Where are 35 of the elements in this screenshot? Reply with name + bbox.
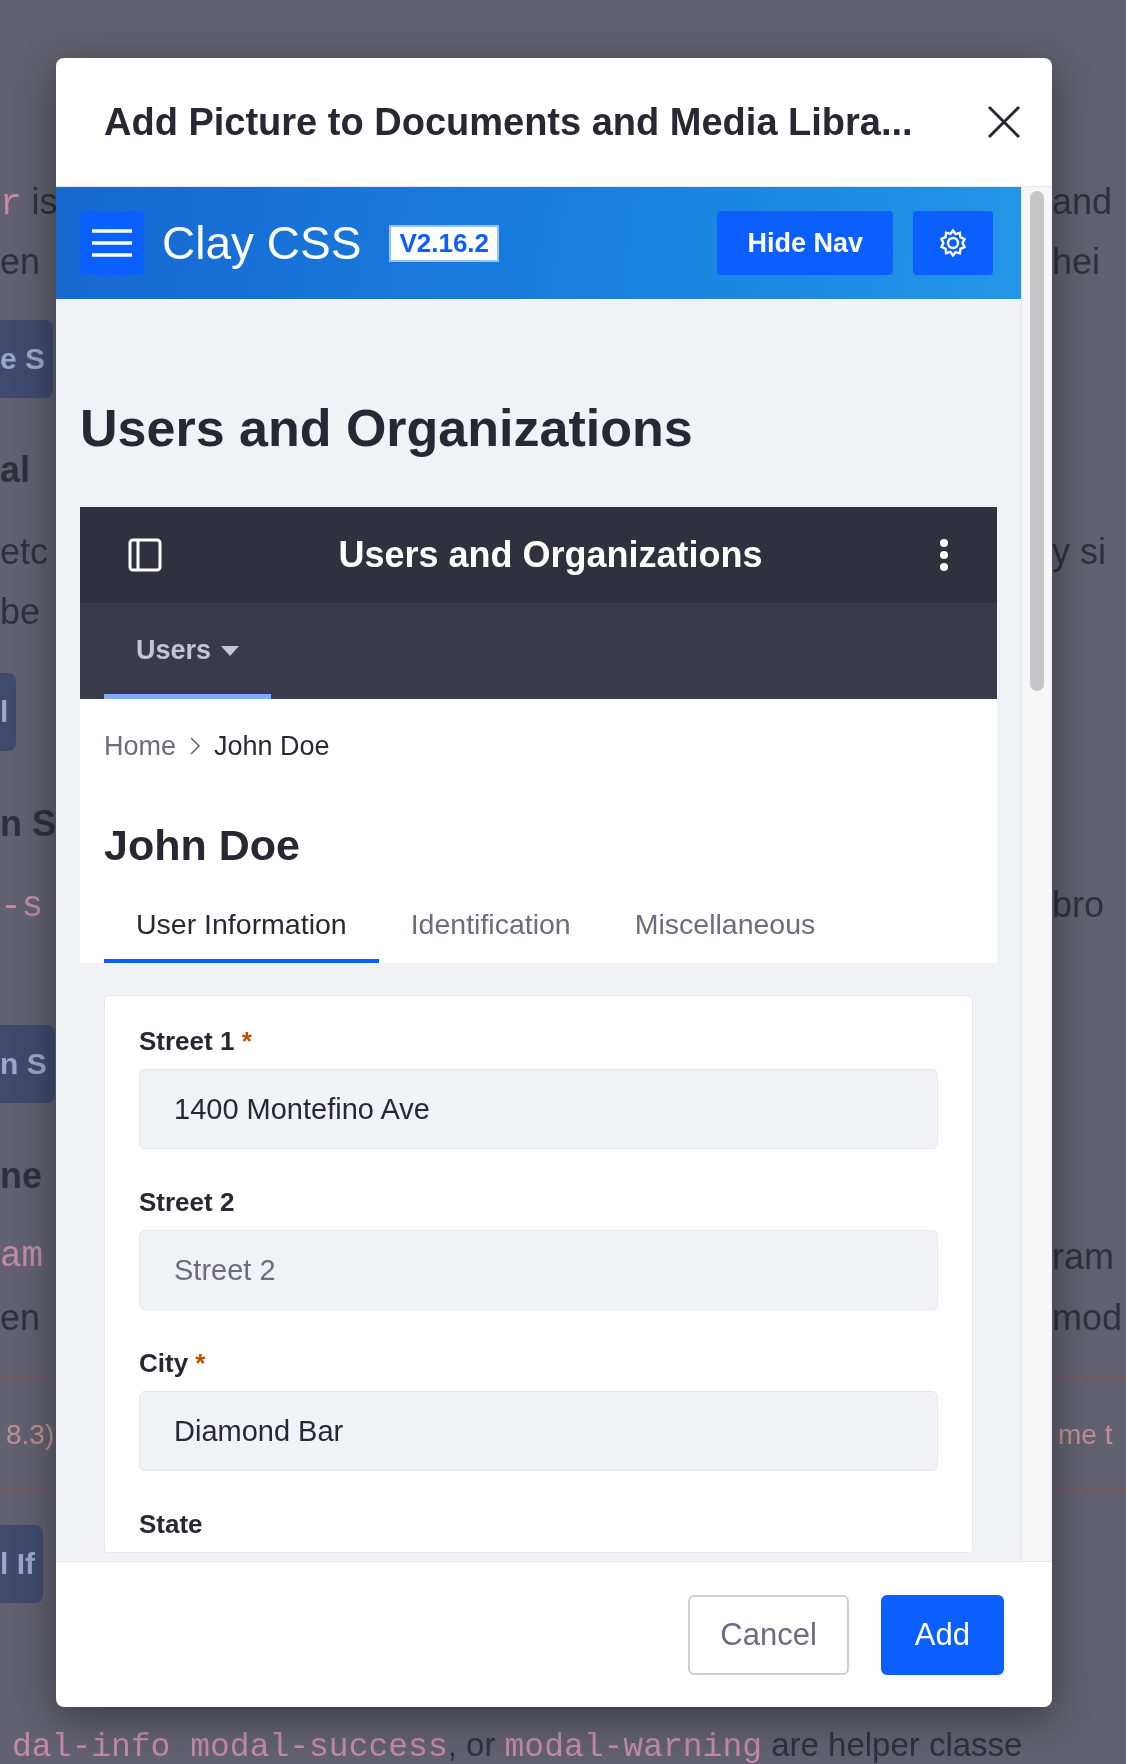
field-label: Street 1 * — [139, 1026, 253, 1057]
scrollbar-thumb[interactable] — [1030, 191, 1044, 691]
close-icon[interactable] — [986, 104, 1022, 140]
page-title: Users and Organizations — [80, 399, 694, 457]
breadcrumb-link[interactable]: Home — [104, 730, 177, 762]
text-input-field[interactable]: Diamond Bar — [139, 1391, 939, 1471]
settings-icon — [938, 228, 969, 258]
background-text: 8.3) — [5, 1417, 55, 1452]
settings-button[interactable] — [913, 211, 994, 275]
menu-button[interactable] — [80, 211, 144, 275]
user-name-heading: John Doe — [104, 821, 301, 870]
caret-icon — [221, 645, 240, 656]
cancel-button[interactable]: Cancel — [688, 1594, 849, 1675]
background-text: am — [0, 1235, 45, 1279]
text-input-field[interactable]: 1400 Montefino Ave — [139, 1069, 939, 1149]
brand-title: Clay CSS — [162, 216, 362, 270]
chevron-right-icon — [190, 737, 201, 755]
background-text: -s — [0, 885, 45, 929]
menu-icon — [92, 229, 132, 257]
text-input-field[interactable]: Street 2 — [139, 1230, 939, 1310]
panel-title: Users and Organizations — [337, 534, 764, 576]
field-label: City * — [139, 1348, 207, 1379]
background-text: me t — [1057, 1417, 1113, 1452]
hide-nav-button[interactable]: Hide Nav — [717, 211, 894, 275]
add-button[interactable]: Add — [880, 1594, 1004, 1675]
field-label: State — [139, 1509, 204, 1540]
breadcrumb-link[interactable]: John Doe — [214, 730, 330, 762]
modal-title: Add Picture to Documents and Media Libra... — [104, 100, 913, 144]
more-options-icon[interactable] — [939, 538, 950, 572]
sidebar-toggle-icon[interactable] — [128, 538, 162, 572]
version-badge: V2.16.2 — [389, 224, 500, 262]
tab[interactable]: Identification — [378, 898, 603, 963]
tab[interactable]: User Information — [104, 898, 379, 963]
tab[interactable]: Miscellaneous — [602, 898, 848, 963]
field-label: Street 2 — [139, 1187, 236, 1218]
